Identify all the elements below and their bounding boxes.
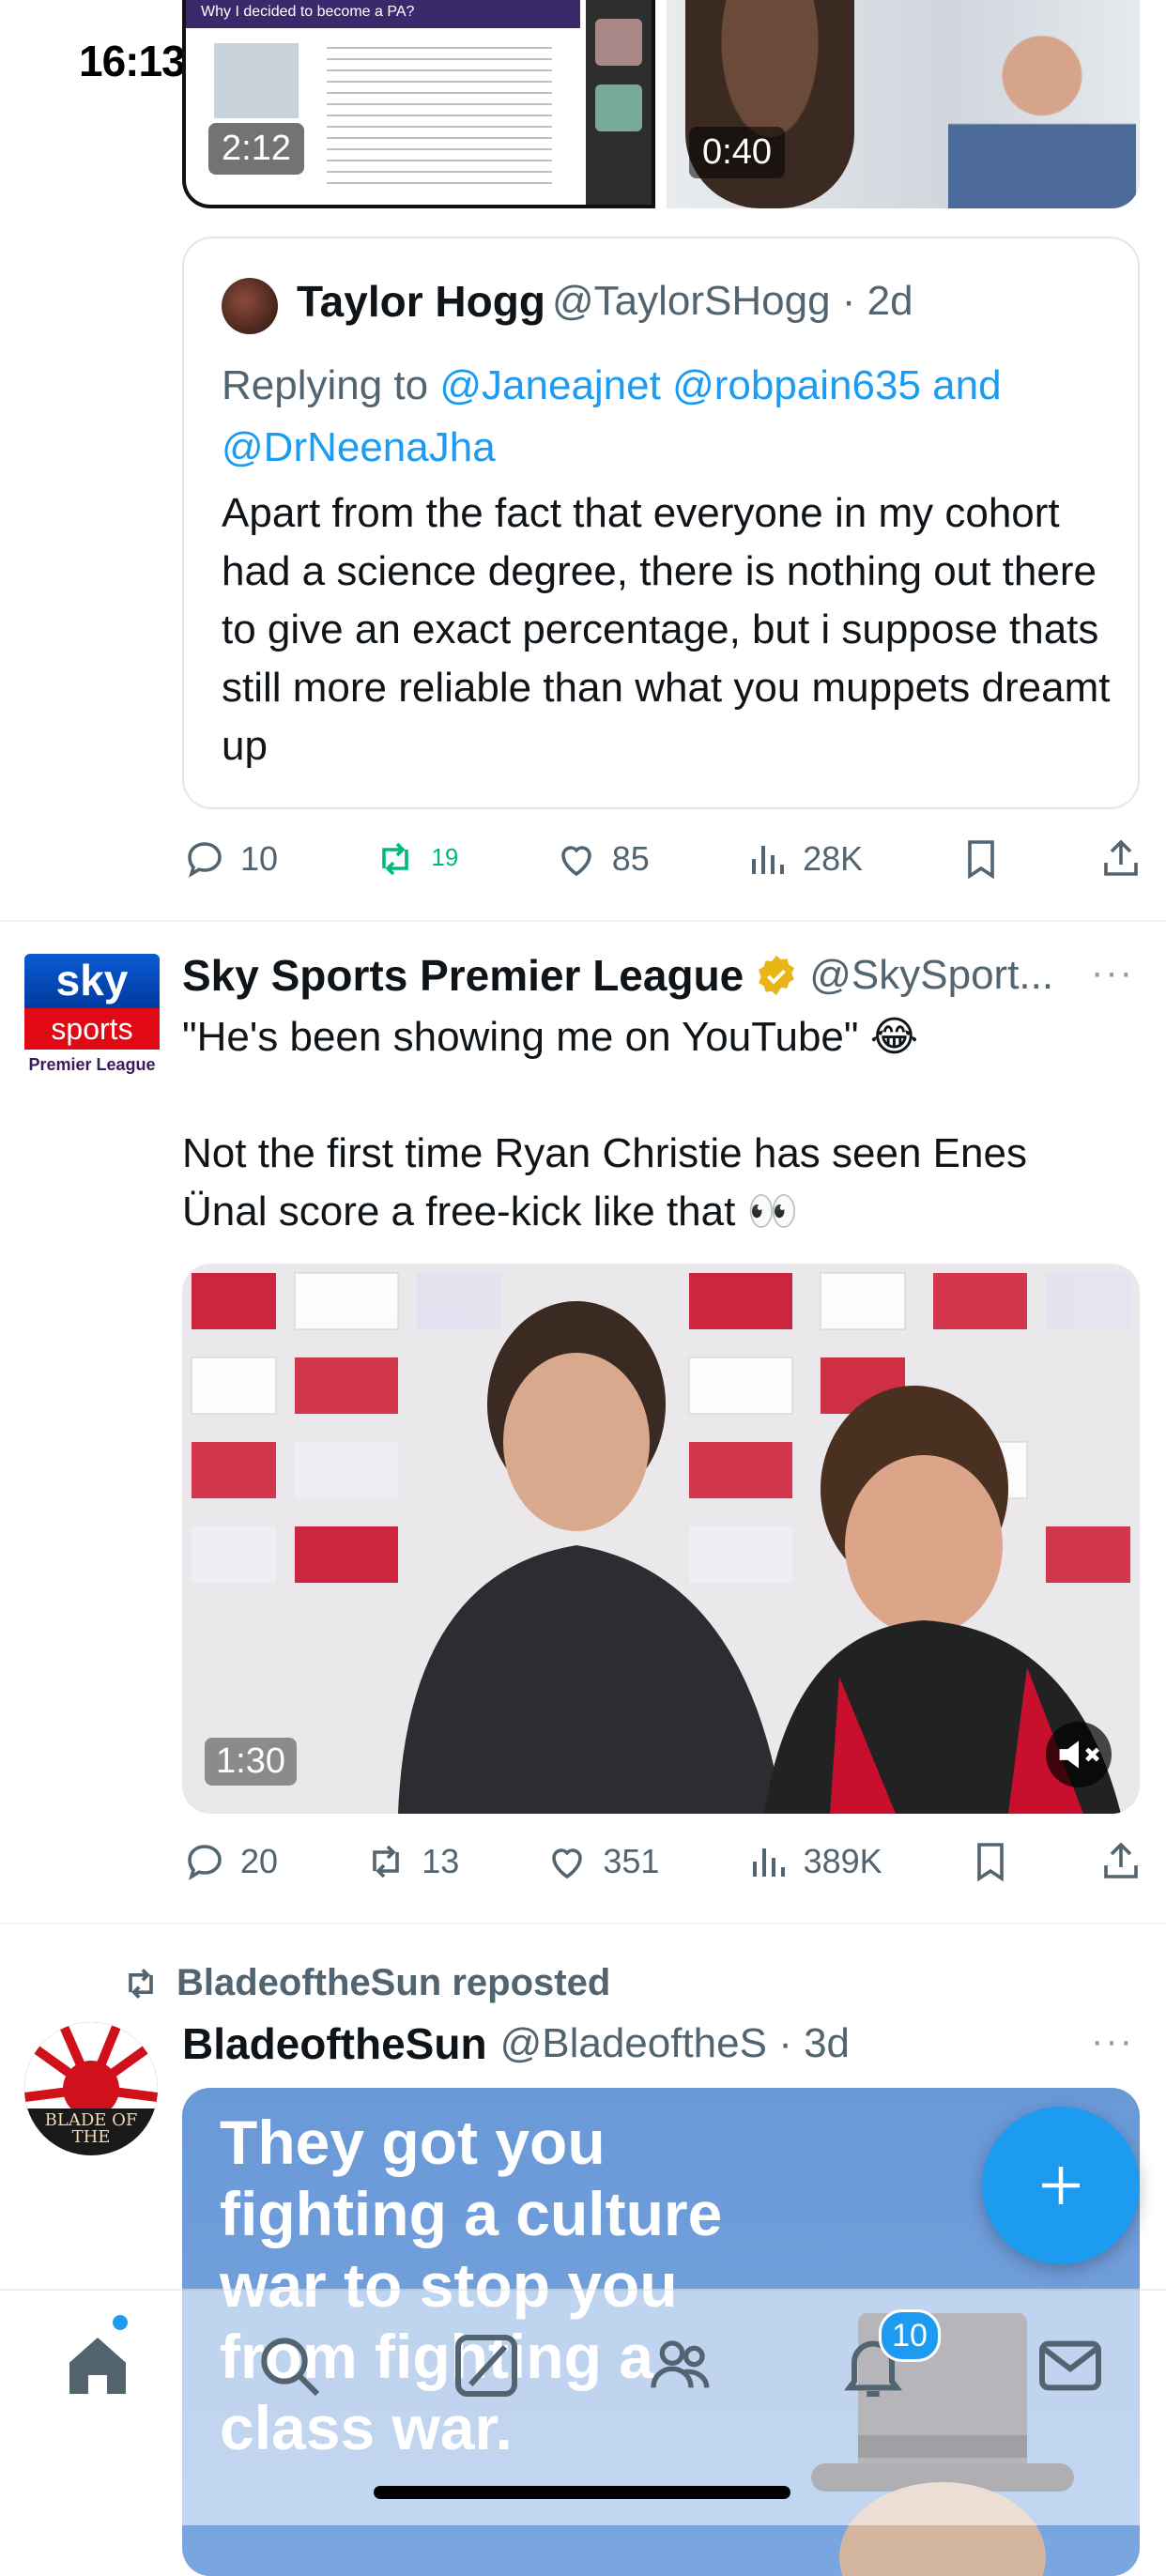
logo-bottom: sports	[24, 1008, 160, 1050]
author-handle: @SkySport...	[809, 952, 1054, 998]
logo-top: sky	[24, 954, 160, 1008]
more-options-button[interactable]: ···	[1091, 952, 1134, 994]
person-front	[948, 19, 1136, 208]
communities-icon	[651, 2340, 710, 2388]
tweet-text-line1: "He's been showing me on YouTube" 😂	[182, 1014, 919, 1060]
compose-button[interactable]	[982, 2107, 1140, 2264]
quote-body: Apart from the fact that everyone in my …	[222, 490, 1111, 769]
video-duration: 2:12	[208, 123, 304, 175]
repost-indicator[interactable]: BladeoftheSun reposted	[120, 1962, 610, 2004]
slide-image	[214, 43, 299, 118]
views-button[interactable]: 28K	[744, 836, 863, 882]
tweet-header: Sky Sports Premier League @SkySport...	[182, 950, 1083, 1001]
avatar[interactable]: BLADE OF THE	[24, 2022, 158, 2155]
avatar[interactable]	[222, 278, 278, 334]
like-button[interactable]: 351	[545, 1839, 659, 1884]
share-icon	[1104, 1842, 1138, 1878]
tweet-header: BladeoftheSun @BladeoftheS · 3d	[182, 2018, 850, 2069]
views-count: 28K	[803, 839, 864, 878]
views-count: 389K	[803, 1842, 882, 1880]
heart-icon	[560, 846, 591, 877]
grok-icon	[455, 2335, 517, 2397]
repost-count: 13	[422, 1842, 460, 1880]
author-name[interactable]: Sky Sports Premier League	[182, 950, 744, 1001]
views-button[interactable]: 389K	[745, 1839, 882, 1884]
repost-button[interactable]: 13	[363, 1839, 459, 1884]
home-icon	[69, 2338, 126, 2394]
mail-icon	[1039, 2340, 1101, 2391]
tweet-text-line2: Not the first time Ryan Christie has see…	[182, 1130, 1027, 1234]
like-count: 85	[611, 839, 650, 878]
muted-speaker-icon	[1059, 1740, 1100, 1769]
tab-communities[interactable]	[644, 2328, 719, 2403]
tweet-actions: 10 19 85 28K	[182, 831, 1143, 887]
views-icon	[752, 1848, 785, 1877]
bookmark-button[interactable]	[959, 836, 1004, 882]
share-button[interactable]	[1098, 836, 1143, 882]
views-icon	[752, 846, 785, 874]
status-time: 16:13	[79, 37, 186, 85]
share-icon	[1104, 839, 1138, 876]
repost-icon	[129, 1968, 153, 1999]
author-name[interactable]: BladeoftheSun	[182, 2018, 487, 2069]
quoted-video-left[interactable]: Why I decided to become a PA? 2:12	[182, 0, 655, 208]
tab-search[interactable]	[252, 2328, 327, 2403]
quote-author-name[interactable]: Taylor Hogg	[297, 276, 545, 327]
new-posts-dot	[113, 2315, 128, 2330]
repost-label: BladeoftheSun reposted	[176, 1962, 611, 2003]
repost-count: 19	[431, 845, 459, 871]
mute-button[interactable]	[1046, 1722, 1112, 1787]
avatar-text: BLADE OF THE	[44, 2110, 138, 2147]
like-count: 351	[603, 1842, 660, 1880]
speaker-strip	[586, 0, 652, 205]
home-indicator[interactable]	[374, 2486, 790, 2499]
video-frame	[182, 1264, 1140, 1814]
divider	[0, 1923, 1166, 1924]
heart-icon	[552, 1848, 583, 1879]
reply-count: 10	[240, 839, 279, 878]
repost-button[interactable]: 19	[373, 836, 458, 882]
author-handle: @BladeoftheS · 3d	[499, 2020, 851, 2066]
logo-caption: Premier League	[28, 1055, 156, 1074]
slide-bullets	[327, 38, 552, 188]
replying-prefix: Replying to	[222, 362, 440, 408]
video-duration: 0:40	[689, 127, 785, 178]
reply-button[interactable]: 10	[182, 836, 278, 882]
more-options-button[interactable]: ···	[1091, 2020, 1134, 2062]
avatar[interactable]: sky sports Premier League	[24, 954, 160, 1081]
notifications-badge: 10	[879, 2309, 941, 2362]
repost-icon	[373, 1845, 399, 1878]
quote-card[interactable]: Taylor Hogg @TaylorSHogg · 2d Replying t…	[182, 237, 1140, 809]
tab-home[interactable]	[60, 2328, 135, 2403]
reply-icon	[188, 1845, 222, 1880]
reply-button[interactable]: 20	[182, 1839, 278, 1884]
bookmark-button[interactable]	[968, 1839, 1013, 1884]
like-button[interactable]: 85	[554, 836, 650, 882]
repost-icon	[382, 842, 409, 876]
divider	[0, 920, 1166, 922]
tweet-video[interactable]: 1:30	[182, 1264, 1140, 1814]
bookmark-icon	[967, 840, 994, 880]
bookmark-icon	[977, 1843, 1004, 1882]
reply-count: 20	[240, 1842, 279, 1880]
tab-grok[interactable]	[449, 2328, 524, 2403]
tab-messages[interactable]	[1033, 2328, 1108, 2403]
reply-icon	[188, 842, 222, 878]
verified-badge-icon	[759, 955, 795, 996]
video-duration: 1:30	[205, 1738, 297, 1786]
quoted-video-right[interactable]: 0:40	[667, 0, 1140, 208]
tweet-actions: 20 13 351 389K	[182, 1833, 1143, 1890]
quote-author-handle: @TaylorSHogg · 2d	[552, 278, 913, 324]
share-button[interactable]	[1098, 1839, 1143, 1884]
replying-to: Replying to @Janeajnet @robpain635 and @…	[222, 355, 1123, 479]
plus-icon	[1042, 2167, 1080, 2204]
search-icon	[261, 2338, 320, 2397]
slide-title: Why I decided to become a PA?	[186, 0, 580, 28]
